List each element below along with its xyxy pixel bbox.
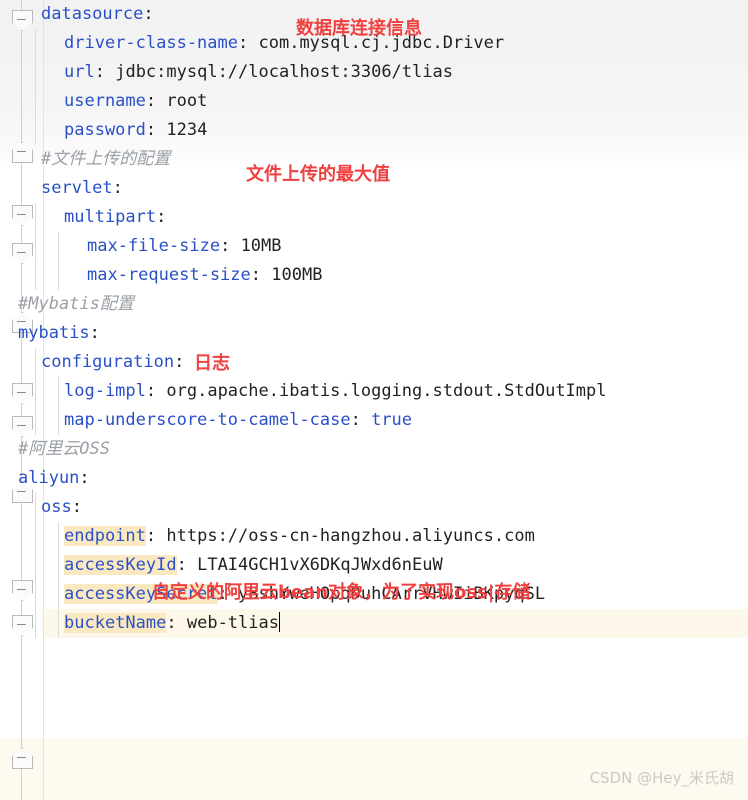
yaml-key[interactable]: map-underscore-to-camel-case xyxy=(64,410,351,430)
code-line[interactable]: password: 1234 xyxy=(0,116,748,145)
red-annotation: 日志 xyxy=(194,353,230,374)
yaml-colon: : xyxy=(174,352,185,372)
yaml-colon: : xyxy=(145,381,157,401)
code-line[interactable]: log-impl: org.apache.ibatis.logging.stdo… xyxy=(0,377,748,406)
yaml-value[interactable]: root xyxy=(166,91,207,111)
yaml-colon: : xyxy=(145,120,157,140)
csdn-watermark: CSDN @Hey_米氏胡 xyxy=(589,769,734,787)
code-line[interactable]: configuration: xyxy=(0,348,748,377)
yaml-key[interactable]: bucketName xyxy=(64,613,167,633)
yaml-key[interactable]: aliyun xyxy=(18,468,79,488)
yaml-colon: : xyxy=(94,62,105,82)
yaml-key[interactable]: endpoint xyxy=(64,526,146,546)
yaml-colon: : xyxy=(145,526,157,546)
yaml-colon: : xyxy=(238,33,249,53)
code-line[interactable]: oss: xyxy=(0,493,748,522)
yaml-value[interactable]: jdbc:mysql://localhost:3306/tlias xyxy=(115,62,453,82)
code-line[interactable]: bucketName: web-tlias xyxy=(0,609,748,638)
text-caret xyxy=(278,612,280,632)
code-line[interactable]: endpoint: https://oss-cn-hangzhou.aliyun… xyxy=(0,522,748,551)
code-line[interactable]: #Mybatis配置 xyxy=(0,290,748,319)
yaml-key[interactable]: mybatis xyxy=(18,323,90,343)
code-line[interactable]: username: root xyxy=(0,87,748,116)
yaml-value[interactable]: 1234 xyxy=(166,120,207,140)
code-line[interactable]: max-request-size: 100MB xyxy=(0,261,748,290)
code-line[interactable]: accessKeyId: LTAI4GCH1vX6DKqJWxd6nEuW xyxy=(0,551,748,580)
red-annotation: 文件上传的最大值 xyxy=(246,164,390,185)
minus-icon xyxy=(17,757,26,758)
yaml-key[interactable]: max-request-size xyxy=(87,265,251,285)
yaml-value[interactable]: web-tlias xyxy=(187,613,279,633)
yaml-colon: : xyxy=(145,91,157,111)
code-line[interactable]: #阿里云OSS xyxy=(0,435,748,464)
yaml-colon: : xyxy=(79,468,90,488)
yaml-key[interactable]: url xyxy=(64,62,95,82)
code-line[interactable]: max-file-size: 10MB xyxy=(0,232,748,261)
code-line[interactable]: map-underscore-to-camel-case: true xyxy=(0,406,748,435)
code-line[interactable]: aliyun: xyxy=(0,464,748,493)
yaml-key[interactable]: max-file-size xyxy=(87,236,220,256)
code-line[interactable]: multipart: xyxy=(0,203,748,232)
yaml-colon: : xyxy=(143,4,154,24)
yaml-key[interactable]: password xyxy=(64,120,146,140)
yaml-colon: : xyxy=(156,207,167,227)
yaml-colon: : xyxy=(250,265,262,285)
code-line[interactable]: mybatis: xyxy=(0,319,748,348)
yaml-key[interactable]: configuration xyxy=(41,352,174,372)
yaml-colon: : xyxy=(71,497,82,517)
yaml-key[interactable]: servlet xyxy=(41,178,113,198)
yaml-value[interactable]: LTAI4GCH1vX6DKqJWxd6nEuW xyxy=(197,555,443,575)
yaml-key[interactable]: accessKeyId xyxy=(64,555,177,575)
yaml-comment: #阿里云OSS xyxy=(18,439,110,459)
code-line[interactable]: url: jdbc:mysql://localhost:3306/tlias xyxy=(0,58,748,87)
yaml-key[interactable]: datasource xyxy=(41,4,143,24)
yaml-key[interactable]: driver-class-name xyxy=(64,33,238,53)
yaml-colon: : xyxy=(220,236,231,256)
yaml-key[interactable]: multipart xyxy=(64,207,156,227)
red-annotation: 自定义的阿里云bean对象，为了实现oss|存储 xyxy=(152,582,531,603)
yaml-key[interactable]: oss xyxy=(41,497,72,517)
yaml-colon: : xyxy=(89,323,100,343)
yaml-value[interactable]: true xyxy=(371,410,412,430)
code-editor[interactable]: datasource: driver-class-name: com.mysql.… xyxy=(0,0,748,800)
yaml-colon: : xyxy=(112,178,123,198)
code-fold-icon[interactable] xyxy=(12,748,33,769)
yaml-value[interactable]: 100MB xyxy=(271,265,322,285)
yaml-value[interactable]: https://oss-cn-hangzhou.aliyuncs.com xyxy=(166,526,534,546)
yaml-value[interactable]: 10MB xyxy=(241,236,282,256)
yaml-key[interactable]: log-impl xyxy=(64,381,146,401)
yaml-key[interactable]: username xyxy=(64,91,146,111)
yaml-comment: #Mybatis配置 xyxy=(18,294,134,314)
yaml-comment: #文件上传的配置 xyxy=(41,149,171,169)
yaml-colon: : xyxy=(166,613,177,633)
yaml-colon: : xyxy=(176,555,187,575)
yaml-colon: : xyxy=(350,410,361,430)
yaml-value[interactable]: org.apache.ibatis.logging.stdout.StdOutI… xyxy=(166,381,606,401)
red-annotation: 数据库连接信息 xyxy=(296,18,422,39)
